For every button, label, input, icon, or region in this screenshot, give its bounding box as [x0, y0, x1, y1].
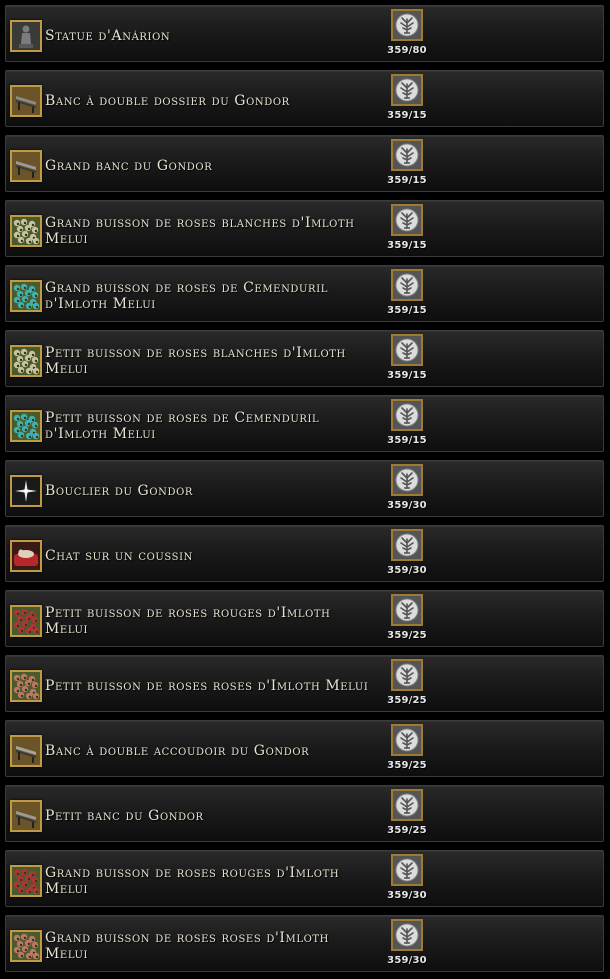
item-name: Grand buisson de roses rouges d'Imloth M…	[45, 861, 375, 901]
list-item[interactable]: Petit buisson de roses de Cemenduril d'I…	[5, 395, 604, 452]
item-cost: 359/25	[387, 825, 427, 836]
item-name: Petit buisson de roses roses d'Imloth Me…	[45, 666, 375, 706]
list-item[interactable]: Petit buisson de roses roses d'Imloth Me…	[5, 655, 604, 712]
item-name: Bouclier du Gondor	[45, 471, 375, 511]
bench-icon[interactable]	[10, 735, 42, 767]
list-item[interactable]: Banc à double dossier du Gondor 359/15	[5, 70, 604, 127]
list-item[interactable]: Petit banc du Gondor 359/25	[5, 785, 604, 842]
list-item[interactable]: Grand buisson de roses de Cemenduril d'I…	[5, 265, 604, 322]
list-item[interactable]: Grand buisson de roses rouges d'Imloth M…	[5, 850, 604, 907]
item-name-text: Statue d'Anárion	[45, 28, 171, 44]
item-name-text: Grand banc du Gondor	[45, 158, 213, 174]
item-name-text: Grand buisson de roses blanches d'Imloth…	[45, 215, 355, 247]
item-name-text: Grand buisson de roses de Cemenduril d'I…	[45, 280, 328, 312]
list-item[interactable]: Chat sur un coussin 359/30	[5, 525, 604, 582]
list-item[interactable]: Petit buisson de roses rouges d'Imloth M…	[5, 590, 604, 647]
item-cost: 359/25	[387, 695, 427, 706]
item-name: Grand buisson de roses de Cemenduril d'I…	[45, 276, 375, 316]
white-tree-token-icon[interactable]	[391, 594, 423, 626]
white-tree-token-icon[interactable]	[391, 334, 423, 366]
item-cost: 359/15	[387, 370, 427, 381]
white-tree-token-icon[interactable]	[391, 399, 423, 431]
white-tree-token-icon[interactable]	[391, 724, 423, 756]
item-name: Petit buisson de roses blanches d'Imloth…	[45, 341, 375, 381]
white-tree-token-icon[interactable]	[391, 204, 423, 236]
list-item[interactable]: Grand buisson de roses blanches d'Imloth…	[5, 200, 604, 257]
item-cost: 359/15	[387, 110, 427, 121]
item-cost: 359/80	[387, 45, 427, 56]
pink-rose-bush-icon[interactable]	[10, 670, 42, 702]
item-cost: 359/15	[387, 175, 427, 186]
white-tree-token-icon[interactable]	[391, 919, 423, 951]
white-tree-token-icon[interactable]	[391, 854, 423, 886]
bench-icon[interactable]	[10, 800, 42, 832]
item-name: Grand buisson de roses blanches d'Imloth…	[45, 211, 375, 251]
list-item[interactable]: Petit buisson de roses blanches d'Imloth…	[5, 330, 604, 387]
statue-icon[interactable]	[10, 20, 42, 52]
item-name-text: Bouclier du Gondor	[45, 483, 194, 499]
item-cost: 359/15	[387, 240, 427, 251]
item-name-text: Banc à double dossier du Gondor	[45, 93, 290, 109]
item-name: Chat sur un coussin	[45, 536, 375, 576]
item-name-text: Petit buisson de roses roses d'Imloth Me…	[45, 678, 369, 694]
item-name: Petit buisson de roses rouges d'Imloth M…	[45, 601, 375, 641]
white-tree-token-icon[interactable]	[391, 659, 423, 691]
item-name: Statue d'Anárion	[45, 16, 375, 56]
item-name-text: Petit buisson de roses rouges d'Imloth M…	[45, 605, 331, 637]
item-name-text: Chat sur un coussin	[45, 548, 194, 564]
white-tree-token-icon[interactable]	[391, 74, 423, 106]
white-rose-bush-icon[interactable]	[10, 215, 42, 247]
item-name-text: Banc à double accoudoir du Gondor	[45, 743, 310, 759]
item-name-text: Petit banc du Gondor	[45, 808, 204, 824]
item-name-text: Petit buisson de roses de Cemenduril d'I…	[45, 410, 320, 442]
white-tree-token-icon[interactable]	[391, 9, 423, 41]
item-name: Grand banc du Gondor	[45, 146, 375, 186]
item-cost: 359/30	[387, 500, 427, 511]
item-cost: 359/15	[387, 305, 427, 316]
item-cost: 359/25	[387, 760, 427, 771]
item-cost: 359/30	[387, 565, 427, 576]
item-name: Grand buisson de roses roses d'Imloth Me…	[45, 926, 375, 966]
item-cost: 359/30	[387, 890, 427, 901]
white-tree-token-icon[interactable]	[391, 464, 423, 496]
cyan-rose-bush-icon[interactable]	[10, 410, 42, 442]
list-item[interactable]: Grand buisson de roses roses d'Imloth Me…	[5, 915, 604, 972]
white-tree-token-icon[interactable]	[391, 789, 423, 821]
cyan-rose-bush-icon[interactable]	[10, 280, 42, 312]
white-tree-token-icon[interactable]	[391, 139, 423, 171]
item-name: Petit banc du Gondor	[45, 796, 375, 836]
pink-rose-bush-icon[interactable]	[10, 930, 42, 962]
red-rose-bush-icon[interactable]	[10, 605, 42, 637]
white-tree-token-icon[interactable]	[391, 269, 423, 301]
cat-cushion-icon[interactable]	[10, 540, 42, 572]
item-list: Statue d'Anárion 359/80 Banc à double doss…	[0, 0, 610, 979]
item-name-text: Petit buisson de roses blanches d'Imloth…	[45, 345, 346, 377]
bench-icon[interactable]	[10, 85, 42, 117]
white-rose-bush-icon[interactable]	[10, 345, 42, 377]
list-item[interactable]: Grand banc du Gondor 359/15	[5, 135, 604, 192]
item-name: Banc à double accoudoir du Gondor	[45, 731, 375, 771]
list-item[interactable]: Banc à double accoudoir du Gondor 359/25	[5, 720, 604, 777]
bench-icon[interactable]	[10, 150, 42, 182]
item-name-text: Grand buisson de roses roses d'Imloth Me…	[45, 930, 329, 962]
item-cost: 359/15	[387, 435, 427, 446]
item-name: Banc à double dossier du Gondor	[45, 81, 375, 121]
red-rose-bush-icon[interactable]	[10, 865, 42, 897]
item-cost: 359/25	[387, 630, 427, 641]
white-tree-token-icon[interactable]	[391, 529, 423, 561]
item-name: Petit buisson de roses de Cemenduril d'I…	[45, 406, 375, 446]
item-cost: 359/30	[387, 955, 427, 966]
shield-icon[interactable]	[10, 475, 42, 507]
list-item[interactable]: Statue d'Anárion 359/80	[5, 5, 604, 62]
list-item[interactable]: Bouclier du Gondor 359/30	[5, 460, 604, 517]
item-name-text: Grand buisson de roses rouges d'Imloth M…	[45, 865, 340, 897]
